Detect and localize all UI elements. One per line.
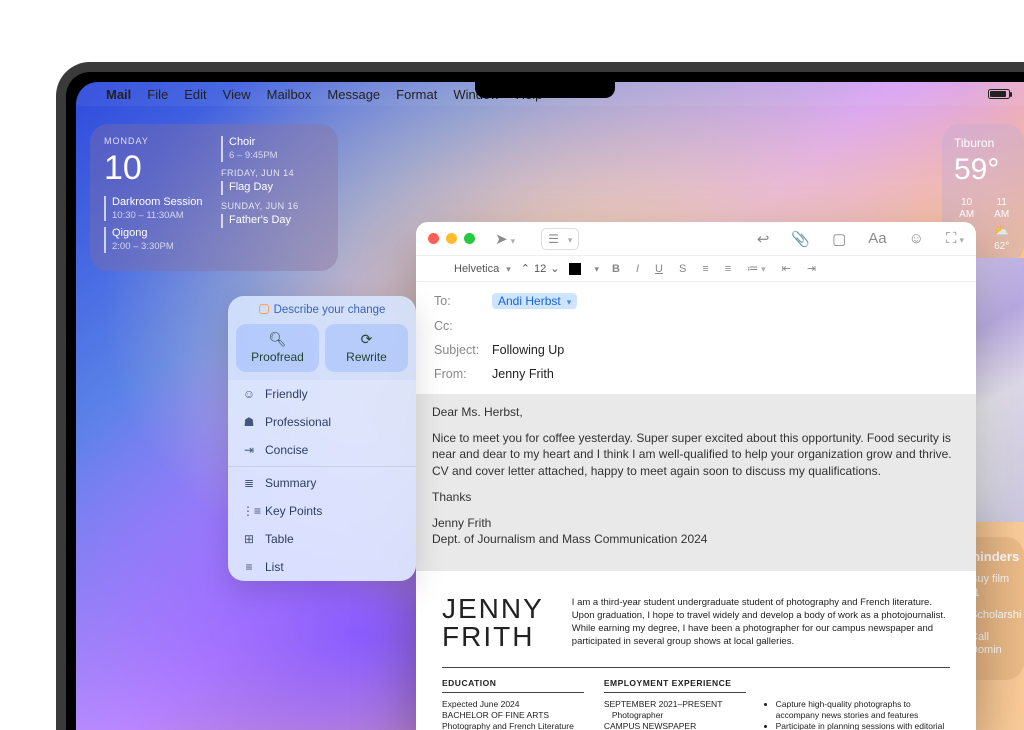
emoji-icon[interactable]: ☺ [909,230,924,247]
from-value[interactable]: Jenny Frith [492,367,554,381]
sparkle-icon [259,304,269,314]
menu-edit[interactable]: Edit [184,87,206,102]
from-label: From: [434,367,484,381]
weather-temp: 59° [954,151,1014,189]
send-icon[interactable]: ➤ [495,230,515,248]
body-paragraph: Nice to meet you for coffee yesterday. S… [432,430,960,479]
menu-format[interactable]: Format [396,87,437,102]
align-button[interactable]: ≡ [722,263,734,275]
style-friendly[interactable]: ☺Friendly [228,380,416,408]
weather-hour: 11 AM⛅62° [989,197,1014,254]
table-icon: ⊞ [242,532,256,546]
calendar-widget[interactable]: MONDAY 10 Darkroom Session10:30 – 11:30A… [90,124,338,271]
compose-body[interactable]: Dear Ms. Herbst, Nice to meet you for co… [416,394,976,571]
media-icon[interactable]: ⛶ [946,230,964,247]
resume-last: FRITH [442,623,544,651]
briefcase-icon: ☗ [242,415,256,429]
window-close-button[interactable] [428,233,439,244]
proofread-button[interactable]: 🔍︎Proofread [236,324,319,372]
window-zoom-button[interactable] [464,233,475,244]
resume-bio: I am a third-year student undergraduate … [572,595,950,651]
format-keypoints[interactable]: ⋮≡Key Points [228,497,416,525]
body-signature: Jenny FrithDept. of Journalism and Mass … [432,515,960,547]
calendar-subhead: FRIDAY, JUN 14 [221,168,324,179]
compose-titlebar[interactable]: ➤ ☰ ↩︎ 📎 ▢ Aa ☺ ⛶ [416,222,976,256]
align-button[interactable]: ≡ [699,263,711,275]
calendar-event[interactable]: Choir6 – 9:45PM [221,136,324,162]
style-professional[interactable]: ☗Professional [228,408,416,436]
compose-headers: To:Andi Herbst Cc: Subject:Following Up … [416,282,976,394]
writing-tools-panel: Describe your change 🔍︎Proofread ⟳Rewrit… [228,296,416,581]
list-button[interactable]: ≔ [744,262,769,275]
calendar-event[interactable]: Flag Day [221,181,324,195]
format-list[interactable]: ≡List [228,553,416,581]
bold-button[interactable]: B [609,263,623,275]
menu-view[interactable]: View [223,87,251,102]
reply-icon[interactable]: ↩︎ [757,230,770,248]
calendar-subhead: SUNDAY, JUN 16 [221,201,324,212]
window-minimize-button[interactable] [446,233,457,244]
weather-location: Tiburon [954,136,1014,151]
summary-icon: ≣ [242,476,256,490]
strike-button[interactable]: S [676,263,689,275]
attach-icon[interactable]: 📎 [791,230,810,248]
indent-button[interactable]: ⇤ [779,262,794,275]
format-icon[interactable]: Aa [868,230,886,247]
resume-attachment: JENNY FRITH I am a third-year student un… [416,571,976,730]
concise-icon: ⇥ [242,443,256,457]
format-table[interactable]: ⊞Table [228,525,416,553]
calendar-day-label: MONDAY [104,136,207,147]
resume-edu-head: EDUCATION [442,678,584,693]
recipient-pill[interactable]: Andi Herbst [492,293,577,309]
describe-change-field[interactable]: Describe your change [228,296,416,324]
list-icon: ≡ [242,560,256,574]
menu-mailbox[interactable]: Mailbox [267,87,312,102]
display-notch [475,72,615,98]
underline-button[interactable]: U [652,263,666,275]
calendar-event[interactable]: Darkroom Session10:30 – 11:30AM [104,196,207,222]
format-summary[interactable]: ≣Summary [228,469,416,497]
body-greeting: Dear Ms. Herbst, [432,404,960,420]
photo-icon[interactable]: ▢ [832,230,846,248]
to-label: To: [434,294,484,308]
compose-window: ➤ ☰ ↩︎ 📎 ▢ Aa ☺ ⛶ Helvetica ⌃ 12 ⌄ [416,222,976,730]
resume-first: JENNY [442,595,544,623]
magnify-icon: 🔍︎ [240,331,315,348]
subject-label: Subject: [434,343,484,357]
italic-button[interactable]: I [633,263,642,275]
color-swatch[interactable] [569,263,581,275]
subject-field[interactable]: Following Up [492,343,564,357]
menu-app[interactable]: Mail [106,87,131,102]
rewrite-button[interactable]: ⟳Rewrite [325,324,408,372]
menu-file[interactable]: File [147,87,168,102]
style-concise[interactable]: ⇥Concise [228,436,416,464]
size-select[interactable]: ⌃ 12 ⌄ [521,262,560,275]
resume-emp-head: EMPLOYMENT EXPERIENCE [604,678,746,693]
menu-message[interactable]: Message [327,87,380,102]
calendar-event[interactable]: Father's Day [221,214,324,228]
rewrite-icon: ⟳ [329,331,404,348]
header-toggle[interactable]: ☰ [541,228,579,250]
font-select[interactable]: Helvetica [454,263,511,275]
smile-icon: ☺ [242,387,256,401]
battery-icon[interactable] [988,89,1010,99]
outdent-button[interactable]: ⇥ [804,262,819,275]
cc-label: Cc: [434,319,484,333]
calendar-date: 10 [104,147,207,190]
body-thanks: Thanks [432,489,960,505]
format-bar: Helvetica ⌃ 12 ⌄ B I U S ≡ ≡ ≔ ⇤ ⇥ [416,256,976,282]
calendar-event[interactable]: Qigong2:00 – 3:30PM [104,227,207,253]
keypoints-icon: ⋮≡ [242,504,256,518]
